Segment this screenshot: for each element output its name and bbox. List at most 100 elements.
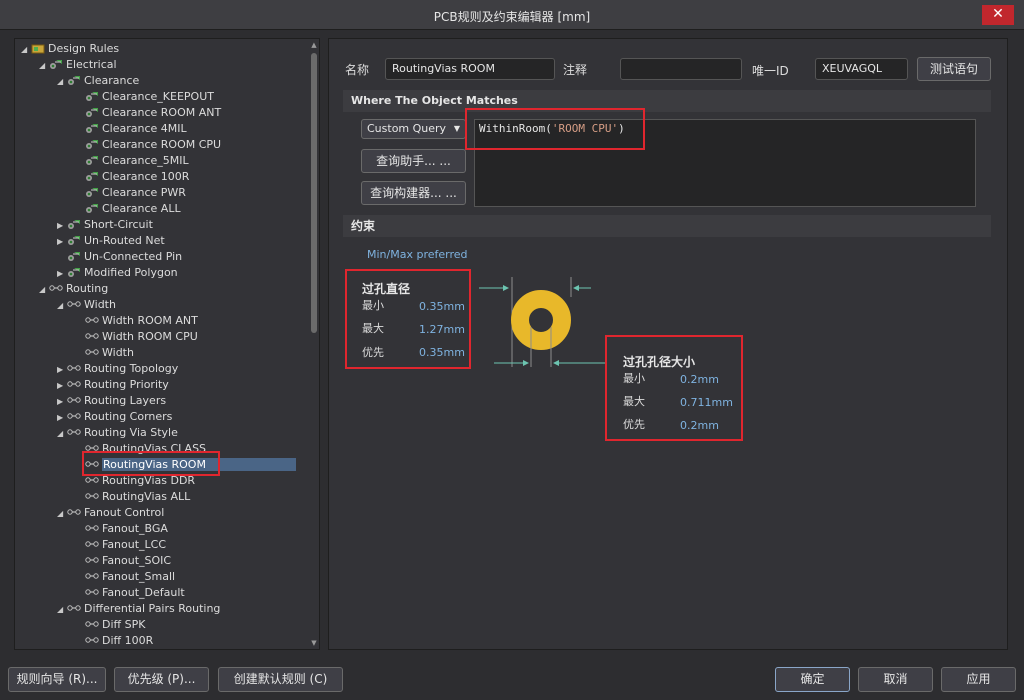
routing-category-icon [67, 362, 81, 374]
collapse-arrow-icon[interactable]: ◢ [57, 602, 67, 618]
collapse-arrow-icon[interactable]: ◢ [39, 282, 49, 298]
tree-item[interactable]: ◢ Design Rules [21, 41, 119, 57]
hole-size-pref-value[interactable]: 0.2mm [680, 419, 719, 432]
expand-arrow-icon[interactable]: ▶ [57, 266, 67, 282]
tree-item[interactable]: Diff SPK [75, 617, 145, 633]
tree-item[interactable]: ◢ Electrical [39, 57, 117, 73]
tree-item[interactable]: Fanout_BGA [75, 521, 168, 537]
cancel-button[interactable]: 取消 [858, 667, 933, 692]
collapse-arrow-icon[interactable]: ◢ [57, 74, 67, 90]
tree-item[interactable]: Fanout_SOIC [75, 553, 171, 569]
rule-category-icon [67, 218, 81, 230]
hole-size-pref-label: 优先 [623, 418, 645, 431]
scroll-up-icon[interactable]: ▲ [310, 41, 318, 49]
tree-item[interactable]: Clearance 100R [75, 169, 189, 185]
tree-item[interactable]: Clearance ROOM ANT [75, 105, 221, 121]
routing-category-icon [67, 298, 81, 310]
tree-item[interactable]: ▶ Routing Layers [57, 393, 166, 409]
chevron-down-icon: ▼ [453, 124, 460, 133]
routing-rule-icon [85, 522, 99, 534]
where-matches-header: Where The Object Matches [343, 90, 991, 112]
tree-item[interactable]: ◢ Width [57, 297, 116, 313]
tree-item[interactable]: ◢ Clearance [57, 73, 139, 89]
create-default-rules-button[interactable]: 创建默认规则 (C) [218, 667, 343, 692]
tree-item[interactable]: RoutingVias ALL [75, 489, 190, 505]
via-diameter-arrowhead-left [503, 285, 509, 291]
tree-item-label: Design Rules [48, 42, 120, 55]
tree-item[interactable]: ▶ Routing Topology [57, 361, 178, 377]
tree-item[interactable]: Clearance_KEEPOUT [75, 89, 214, 105]
tree-item[interactable]: Fanout_Default [75, 585, 185, 601]
collapse-arrow-icon[interactable]: ◢ [57, 426, 67, 442]
via-diameter-max-value[interactable]: 1.27mm [419, 323, 465, 336]
apply-button[interactable]: 应用 [941, 667, 1016, 692]
tree-item-label: Clearance 4MIL [102, 122, 187, 135]
tree-item-label: Clearance 100R [102, 170, 190, 183]
unique-id-field[interactable]: XEUVAGQL [815, 58, 908, 80]
rule-wizard-button[interactable]: 规则向导 (R)... [8, 667, 106, 692]
query-helper-button[interactable]: 查询助手... ... [361, 149, 466, 173]
close-button[interactable]: ✕ [982, 5, 1014, 25]
test-query-button[interactable]: 测试语句 [917, 57, 991, 81]
rule-category-icon [67, 234, 81, 246]
expand-arrow-icon[interactable]: ▶ [57, 394, 67, 410]
collapse-arrow-icon[interactable]: ◢ [21, 42, 31, 58]
tree-item-label: Un-Routed Net [84, 234, 165, 247]
tree-item[interactable]: Clearance 4MIL [75, 121, 187, 137]
hole-size-max-value[interactable]: 0.711mm [680, 396, 733, 409]
tree-item[interactable]: Fanout_LCC [75, 537, 166, 553]
tree-item[interactable]: ▶ Un-Routed Net [57, 233, 165, 249]
tree-item-label: Clearance ROOM ANT [102, 106, 222, 119]
query-type-select[interactable]: Custom Query ▼ [361, 119, 466, 139]
collapse-arrow-icon[interactable]: ◢ [57, 298, 67, 314]
tree-item-label: Fanout_LCC [102, 538, 167, 551]
tree-item[interactable]: Clearance_5MIL [75, 153, 189, 169]
tree-item[interactable]: Diff 100R [75, 633, 153, 649]
via-diameter-min-value[interactable]: 0.35mm [419, 300, 465, 313]
ok-button[interactable]: 确定 [775, 667, 850, 692]
tree-item[interactable]: ◢ Routing [39, 281, 108, 297]
tree-item[interactable]: Clearance PWR [75, 185, 186, 201]
expand-arrow-icon[interactable]: ▶ [57, 378, 67, 394]
hole-size-min-value[interactable]: 0.2mm [680, 373, 719, 386]
scroll-thumb[interactable] [311, 53, 317, 333]
expand-arrow-icon[interactable]: ▶ [57, 410, 67, 426]
tree-item[interactable]: Fanout_Small [75, 569, 175, 585]
name-field[interactable]: RoutingVias ROOM [385, 58, 555, 80]
tree-item[interactable]: ◢ Routing Via Style [57, 425, 178, 441]
routing-rule-icon [85, 554, 99, 566]
routing-rule-icon [85, 570, 99, 582]
priorities-button[interactable]: 优先级 (P)... [114, 667, 209, 692]
tree-item[interactable]: ▶ Routing Priority [57, 377, 169, 393]
tree-item[interactable]: ◢ Differential Pairs Routing [57, 601, 220, 617]
collapse-arrow-icon[interactable]: ◢ [39, 58, 49, 74]
tree-item[interactable]: Clearance ROOM CPU [75, 137, 221, 153]
tree-item[interactable]: Width [75, 345, 134, 361]
tree-item-label: Diff 100R [102, 634, 154, 647]
tree-item[interactable]: Width ROOM ANT [75, 313, 198, 329]
comment-label: 注释 [563, 63, 588, 77]
routing-category-icon [67, 378, 81, 390]
rules-tree[interactable]: ▲ ▼ ◢ Design Rules ◢ Electrical ◢ Clearance Cl… [14, 38, 320, 650]
tree-item[interactable]: Clearance ALL [75, 201, 181, 217]
via-diameter-pref-value[interactable]: 0.35mm [419, 346, 465, 359]
collapse-arrow-icon[interactable]: ◢ [57, 506, 67, 522]
scroll-down-icon[interactable]: ▼ [310, 639, 318, 647]
expand-arrow-icon[interactable]: ▶ [57, 362, 67, 378]
tree-item-label: Un-Connected Pin [84, 250, 183, 263]
tree-item[interactable]: ▶ Routing Corners [57, 409, 172, 425]
query-builder-button[interactable]: 查询构建器... ... [361, 181, 466, 205]
tree-item-label: Differential Pairs Routing [84, 602, 221, 615]
tree-scrollbar[interactable]: ▲ ▼ [310, 41, 318, 647]
tree-item[interactable]: Un-Connected Pin [57, 249, 182, 265]
expand-arrow-icon[interactable]: ▶ [57, 234, 67, 250]
expand-arrow-icon[interactable]: ▶ [57, 218, 67, 234]
tree-item[interactable]: Width ROOM CPU [75, 329, 198, 345]
tree-item[interactable]: ◢ Fanout Control [57, 505, 164, 521]
tree-item-label: Fanout_SOIC [102, 554, 172, 567]
tree-item[interactable]: ▶ Short-Circuit [57, 217, 153, 233]
tree-item[interactable]: ▶ Modified Polygon [57, 265, 178, 281]
rules-root-icon [31, 42, 45, 54]
comment-field[interactable] [620, 58, 742, 80]
routing-category-icon [67, 410, 81, 422]
